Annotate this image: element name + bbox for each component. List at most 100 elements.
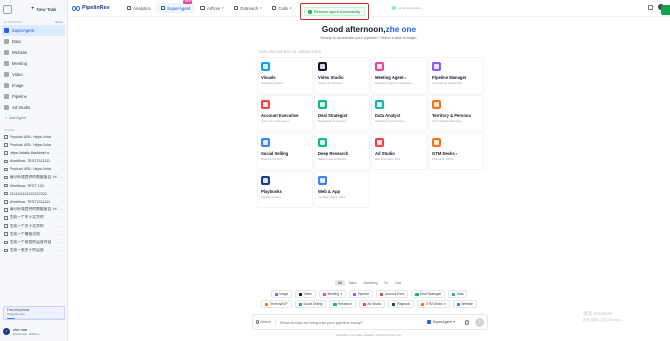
search-icon[interactable]: ⌕	[61, 128, 63, 132]
agent-card-video-studio[interactable]: Video Studio Stories & Outreach	[314, 57, 370, 94]
task-item[interactable]: 生成一个关于北京的 ⋯	[0, 214, 67, 222]
task-item[interactable]: 生成一个或我的运营内容 ⋯	[0, 238, 67, 246]
card-subtitle: Full-cycle sales agent	[261, 119, 289, 123]
chip-image[interactable]: Image	[270, 290, 293, 299]
chip-research[interactable]: Research	[329, 300, 356, 309]
task-item[interactable]: 请分析我提供的数据报告 :ht ⋯	[0, 173, 67, 181]
task-icon	[4, 183, 8, 188]
agent-card-deal-strategist[interactable]: Deal Strategist Negotiation & Closing	[314, 95, 370, 132]
task-item[interactable]: Workflow: TEST2111111 ⋯	[0, 198, 67, 206]
sidebar-item-ad-studio[interactable]: Ad Studio	[0, 102, 67, 113]
more-options-icon[interactable]: ⋯	[59, 167, 63, 172]
task-item[interactable]: Product URL: https://cha ⋯	[0, 141, 67, 149]
filter-tab-marketing[interactable]: Marketing	[361, 280, 381, 286]
agent-card-pipeline-manager[interactable]: Pipeline Manager Forecasting & Deal QA	[428, 57, 484, 94]
task-item[interactable]: 生成一个播报总结 ⋯	[0, 230, 67, 238]
chip-pipeline[interactable]: Pipeline	[349, 290, 374, 299]
agent-selector[interactable]: SuperAgent ▾	[427, 320, 455, 324]
chevron-down-icon: ▾	[222, 6, 224, 10]
icon-glyph	[263, 64, 268, 69]
trial-card[interactable]: Free trial period Upgrade plan	[3, 306, 65, 320]
task-item[interactable]: 2111111111122222222 ⋯	[0, 190, 67, 198]
attach-button[interactable]: Attach	[256, 320, 271, 324]
more-options-icon[interactable]: ⋯	[59, 143, 63, 148]
task-item[interactable]: 请分析我提供的数据报告 :ht ⋯	[0, 206, 67, 214]
add-agent-button[interactable]: + Add Agent	[0, 113, 67, 122]
sidebar-item-superagent[interactable]: SuperAgent	[2, 25, 65, 36]
nav-outreach[interactable]: Outreach ▾	[229, 3, 267, 13]
sidebar-top: + New Task	[0, 0, 67, 18]
task-item[interactable]: 生成一张关于的运营 ⋯	[0, 246, 67, 254]
nav-calls[interactable]: Calls ▾	[267, 3, 297, 13]
more-options-icon[interactable]: ⋯	[59, 175, 63, 180]
more-options-icon[interactable]: ⋯	[59, 135, 63, 140]
agent-card-account-executive[interactable]: Account Executive Full-cycle sales agent	[257, 95, 313, 132]
agent-card-web-app[interactable]: Web & App Landing Pages, Sites	[314, 171, 370, 208]
agent-card-ad-studio[interactable]: Ad Studio ads & Creative ROI	[371, 133, 427, 170]
task-item[interactable]: Workflow: TEST2111111 ⋯	[0, 157, 67, 165]
task-item[interactable]: https://static.flashintel.a ⋯	[0, 149, 67, 157]
side-toast-tab[interactable]	[661, 5, 670, 15]
sidebar-item-website[interactable]: Website	[0, 47, 67, 58]
more-options-icon[interactable]: ⋯	[59, 232, 63, 237]
more-options-icon[interactable]: ⋯	[59, 191, 63, 196]
filter-tab-all[interactable]: All	[335, 280, 345, 286]
more-options-icon[interactable]: ⋯	[59, 207, 63, 212]
chip-deal-strategist[interactable]: Deal Strategist	[411, 290, 445, 299]
filter-tab-sales[interactable]: Sales	[346, 280, 360, 286]
nav-label: Calls	[278, 5, 288, 11]
nav-analytics[interactable]: Analytics	[122, 3, 156, 13]
chip-account-exec[interactable]: Account Exec	[376, 290, 409, 299]
nav-aiflow[interactable]: AiFlow ▾	[195, 3, 228, 13]
chip-playbook[interactable]: Playbook	[388, 300, 415, 309]
chip-meeting[interactable]: Meeting ▾	[318, 290, 347, 299]
filter-tab-ops[interactable]: Ops	[392, 280, 404, 286]
agents-more-link[interactable]: More	[55, 20, 63, 24]
agent-card-data-analyst[interactable]: Data Analyst Cleaning & Enrichment	[371, 95, 427, 132]
agent-card-deep-research[interactable]: Deep Research Market intel & Reports	[314, 133, 370, 170]
chip-gtm-decks[interactable]: GTM Decks ▾	[417, 300, 450, 309]
new-task-button[interactable]: + New Task	[31, 6, 56, 12]
sidebar-item-video[interactable]: Video	[0, 69, 67, 80]
nav-superagent[interactable]: SuperAgent NEW	[155, 0, 196, 13]
more-options-icon[interactable]: ⋯	[59, 224, 63, 229]
task-label: 2111111111122222222	[9, 191, 48, 196]
filter-tab-ex[interactable]: Ex	[382, 280, 392, 286]
task-item[interactable]: 生成一个关于北京的 ⋯	[0, 222, 67, 230]
send-button[interactable]: ↑	[475, 317, 484, 327]
sidebar-item-meeting[interactable]: Meeting	[0, 58, 67, 69]
chip-label: Territory/ICP	[269, 302, 288, 307]
task-item[interactable]: Product URL: https://cha ⋯	[0, 165, 67, 173]
chip-video[interactable]: Video	[295, 290, 316, 299]
agent-card-playbooks[interactable]: Playbooks Signals & Plays	[257, 171, 313, 208]
more-options-icon[interactable]: ⋯	[59, 183, 63, 188]
agent-card-visuals[interactable]: Visuals Marketing Assets	[257, 57, 313, 94]
microphone-icon[interactable]	[465, 319, 469, 325]
sidebar-item-image[interactable]: Image	[0, 80, 67, 91]
chip-ad-studio[interactable]: Ad Studio	[358, 300, 386, 309]
sidebar-item-data[interactable]: Data	[0, 36, 67, 47]
chip-data[interactable]: Data	[447, 290, 468, 299]
notification-icon[interactable]	[648, 4, 653, 10]
more-options-icon[interactable]: ⋯	[59, 159, 63, 164]
task-item[interactable]: Workflow: TEST 101 ⋯	[0, 182, 67, 190]
brand-logo[interactable]: PipelinRev	[72, 5, 110, 11]
agent-card-meeting-agent[interactable]: Meeting Agent▾ Meeting Insights & Followu…	[371, 57, 427, 94]
agent-card-gtm-decks[interactable]: GTM Decks▾ Proposals, RFPs	[428, 133, 484, 170]
more-options-icon[interactable]: ⋯	[59, 151, 63, 156]
prompt-input[interactable]	[279, 319, 428, 325]
chip-social-selling[interactable]: Social Selling	[294, 300, 327, 309]
user-profile[interactable]: z zhe one Enterprise - AiFlow +	[3, 325, 65, 337]
chip-website[interactable]: Website	[452, 300, 477, 309]
sidebar-toggle-icon[interactable]	[3, 4, 12, 14]
more-options-icon[interactable]: ⋯	[59, 240, 63, 245]
sidebar-item-pipeline[interactable]: Pipeline	[0, 91, 67, 102]
agent-card-social-selling[interactable]: Social Selling Brand & Content	[257, 133, 313, 170]
chip-territory-icp[interactable]: Territory/ICP	[261, 300, 292, 309]
more-options-icon[interactable]: ⋯	[59, 199, 63, 204]
agent-card-territory-persona[interactable]: Territory & Persona ICP & Market Planning	[428, 95, 484, 132]
more-options-icon[interactable]: ⋯	[59, 215, 63, 220]
task-icon	[4, 159, 8, 164]
more-options-icon[interactable]: ⋯	[59, 248, 63, 253]
task-item[interactable]: Product URL: https://cha ⋯	[0, 133, 67, 141]
